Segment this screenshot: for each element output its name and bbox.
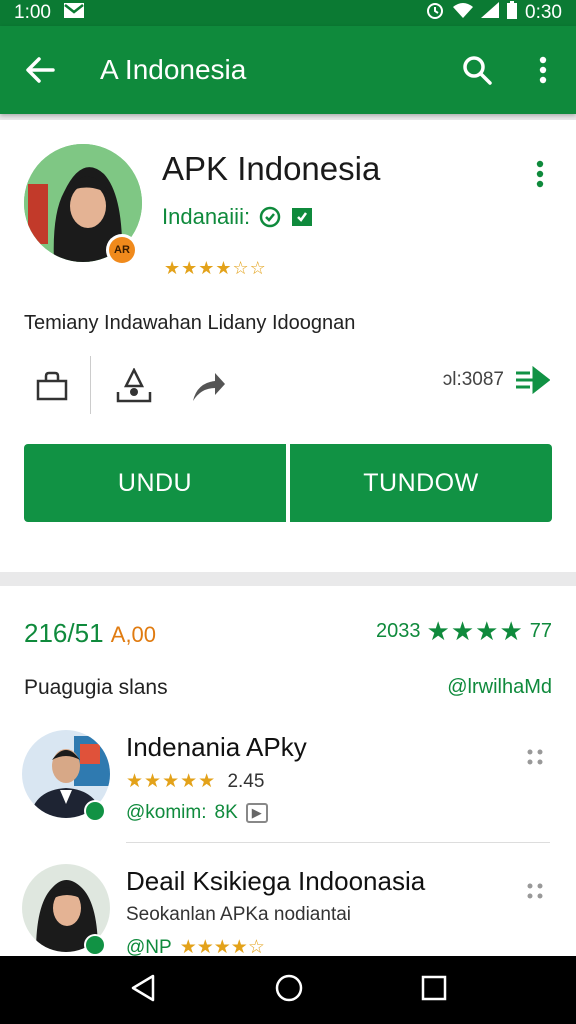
more-vert-icon — [536, 160, 544, 188]
drag-handle-icon[interactable] — [524, 746, 546, 768]
item-handle-text: @komim: — [126, 802, 207, 823]
app-description: Temiany Indawahan Lidany Idoognan — [24, 312, 356, 334]
download-action-button[interactable] — [104, 356, 164, 416]
play-tag-icon: ▶ — [245, 803, 268, 823]
arrow-right-icon — [516, 366, 550, 394]
wishlist-button[interactable] — [22, 356, 82, 416]
overflow-menu-button[interactable] — [510, 26, 576, 114]
item-badge — [84, 934, 106, 956]
status-right-time: 0:30 — [525, 2, 562, 23]
item-stars: ★★★★★ — [126, 771, 217, 792]
item-subtitle: Seokanlan APKa nodiantai — [126, 904, 352, 925]
action-row: ɔl:3087 — [20, 356, 556, 416]
nav-back-button[interactable] — [129, 973, 157, 1008]
stats-right-tail: 77 — [529, 620, 552, 642]
item-meta: @komim: 8K ▶ — [126, 802, 268, 824]
square-recents-icon — [422, 975, 447, 1000]
app-bar-title: A Indonesia — [100, 54, 247, 85]
stats-right: 2033 ★★★★ 77 — [376, 616, 552, 647]
install-count[interactable]: ɔl:3087 — [443, 366, 550, 394]
download-icon — [116, 368, 152, 403]
nav-recents-button[interactable] — [421, 975, 447, 1006]
stats-left: 216/51 A,00 — [24, 618, 156, 649]
share-button[interactable] — [178, 356, 238, 416]
stats-right-stars: ★★★★ — [426, 616, 524, 646]
verified-icon — [259, 206, 281, 228]
status-time: 1:00 — [14, 2, 51, 23]
triangle-back-icon — [131, 974, 154, 1001]
search-icon — [463, 56, 492, 85]
item-title: Deail Ksikiega Indoonasia — [126, 866, 426, 896]
section-link[interactable]: @lrwilhaMd — [447, 676, 552, 699]
nav-home-button[interactable] — [274, 973, 304, 1008]
status-bar: 1:00 0:30 — [0, 0, 576, 26]
drag-handle-icon[interactable] — [524, 880, 546, 902]
app-detail-card: AR APK Indonesia Indanaiii: ★★★★☆☆ Temia… — [0, 120, 576, 572]
alarm-icon — [425, 0, 445, 26]
mail-icon — [63, 2, 85, 25]
item-rating: ★★★★★ 2.45 — [126, 770, 264, 793]
app-rating-stars: ★★★★☆☆ — [164, 258, 267, 278]
more-vert-icon — [539, 56, 547, 84]
item-badge — [84, 800, 106, 822]
bag-icon — [36, 371, 68, 401]
app-bar: A Indonesia — [0, 26, 576, 114]
item-rating-value: 2.45 — [227, 771, 265, 792]
wifi-icon — [453, 2, 474, 24]
related-card: 216/51 A,00 2033 ★★★★ 77 Puagugia slans … — [0, 586, 576, 966]
stats-left-accent: A,00 — [110, 622, 157, 647]
search-button[interactable] — [444, 26, 510, 114]
install-count-text: ɔl:3087 — [442, 369, 504, 390]
developer-row[interactable]: Indanaiii: — [162, 204, 314, 230]
action-divider — [90, 356, 91, 414]
developer-name: Indanaiii: — [162, 204, 251, 229]
tundow-button[interactable]: TUNDOW — [290, 444, 552, 522]
stats-left-number: 216/51 — [24, 618, 104, 648]
system-nav-bar — [0, 956, 576, 1024]
app-name: APK Indonesia — [162, 150, 381, 187]
share-arrow-icon — [193, 373, 225, 401]
app-options-button[interactable] — [528, 154, 552, 194]
stats-right-number: 2033 — [376, 620, 421, 642]
signal-icon — [481, 2, 500, 24]
undu-button[interactable]: UNDU — [24, 444, 286, 522]
item-divider — [126, 842, 550, 843]
primary-buttons: UNDU TUNDOW — [24, 444, 552, 522]
developer-badge: AR — [106, 234, 138, 266]
back-button[interactable] — [0, 26, 80, 114]
item-size: 8K — [214, 802, 238, 823]
badge-text: AR — [109, 237, 135, 263]
arrow-left-icon — [26, 57, 55, 83]
circle-home-icon — [275, 974, 303, 1001]
battery-icon — [507, 1, 518, 25]
item-title: Indenania APky — [126, 732, 307, 762]
editors-choice-icon — [292, 208, 313, 226]
list-item[interactable]: Indenania APky ★★★★★ 2.45 @komim: 8K ▶ — [0, 730, 576, 850]
section-label: Puagugia slans — [24, 676, 168, 699]
